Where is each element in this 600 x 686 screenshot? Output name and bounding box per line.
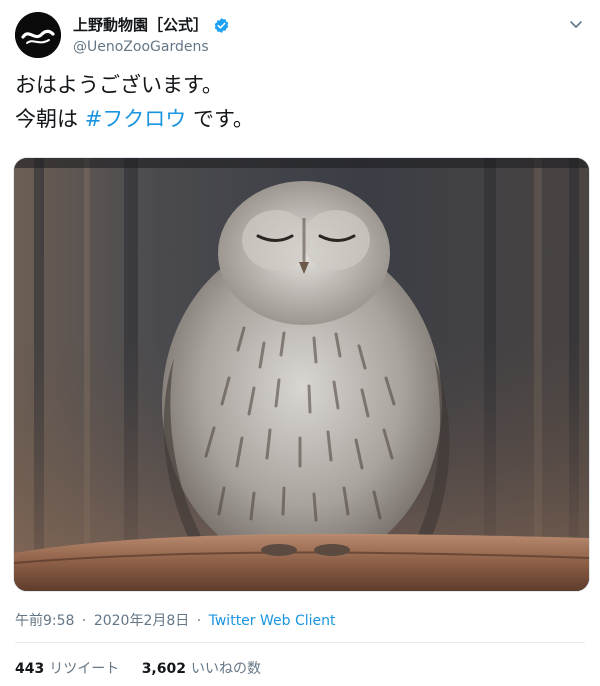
tweet-line-2-prefix: 今朝は bbox=[15, 107, 85, 131]
tweet-date[interactable]: 2020年2月8日 bbox=[94, 613, 189, 629]
tweet-stats: 443 リツイート 3,602 いいねの数 bbox=[15, 658, 261, 678]
tweet-text: おはようございます。 今朝は #フクロウ です。 bbox=[15, 68, 254, 136]
tweet-header: 上野動物園［公式］ @UenoZooGardens bbox=[15, 12, 588, 60]
retweet-label: リツイート bbox=[49, 661, 120, 677]
like-stat[interactable]: 3,602 いいねの数 bbox=[142, 661, 261, 677]
chevron-down-icon bbox=[570, 21, 582, 28]
tweet-menu-button[interactable] bbox=[566, 14, 586, 34]
tweet-photo[interactable] bbox=[13, 157, 590, 592]
hashtag-link[interactable]: #フクロウ bbox=[85, 107, 187, 131]
divider bbox=[15, 642, 585, 643]
verified-badge-icon bbox=[214, 17, 229, 33]
retweet-stat[interactable]: 443 リツイート bbox=[15, 661, 119, 677]
tweet-line-2: 今朝は #フクロウ です。 bbox=[15, 102, 254, 136]
meta-separator-2: · bbox=[196, 613, 202, 629]
tweet-line-2-suffix: です。 bbox=[186, 107, 254, 131]
handle[interactable]: @UenoZooGardens bbox=[73, 37, 230, 57]
avatar[interactable] bbox=[15, 12, 61, 58]
zoo-logo-icon bbox=[15, 12, 61, 58]
like-label: いいねの数 bbox=[190, 661, 261, 677]
tweet-source-link[interactable]: Twitter Web Client bbox=[209, 613, 336, 629]
tweet-meta: 午前9:58 · 2020年2月8日 · Twitter Web Client bbox=[15, 610, 336, 630]
like-count: 3,602 bbox=[141, 661, 186, 677]
owl-photo bbox=[14, 158, 589, 591]
retweet-count: 443 bbox=[15, 661, 45, 677]
account-names: 上野動物園［公式］ @UenoZooGardens bbox=[73, 15, 230, 57]
display-name-row: 上野動物園［公式］ bbox=[73, 15, 230, 35]
display-name[interactable]: 上野動物園［公式］ bbox=[73, 15, 208, 35]
tweet-line-1: おはようございます。 bbox=[15, 73, 223, 97]
tweet-time[interactable]: 午前9:58 bbox=[15, 613, 74, 629]
meta-separator: · bbox=[81, 613, 87, 629]
